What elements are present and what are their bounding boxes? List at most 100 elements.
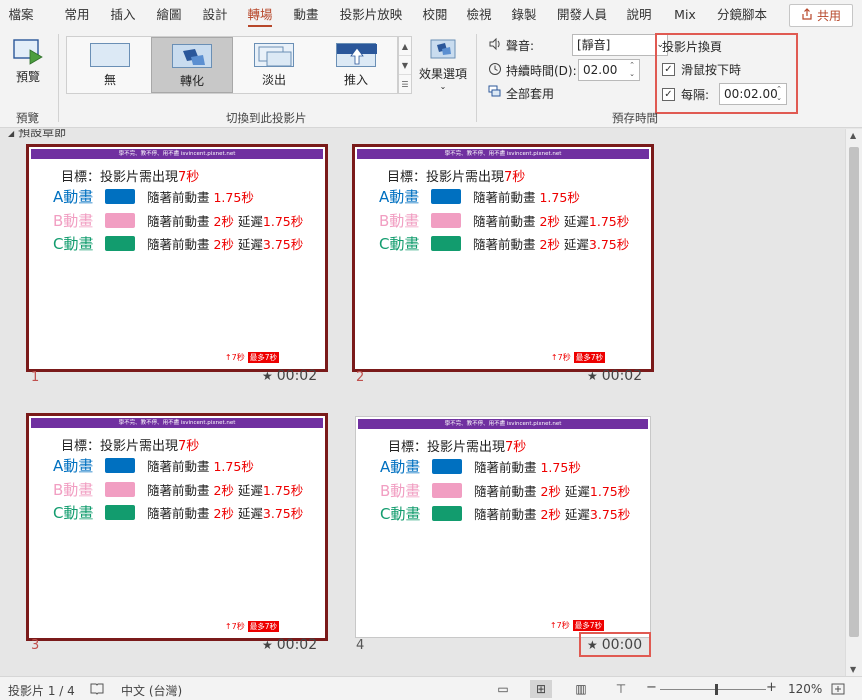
animation-row: B動畫 隨著前動畫 2秒 延遲1.75秒 (380, 480, 630, 501)
scroll-down-icon[interactable]: ▼ (850, 665, 856, 674)
zoom-out-button[interactable]: − (646, 680, 657, 695)
zoom-in-button[interactable]: + (766, 680, 777, 695)
animation-name: C動畫 (380, 505, 421, 523)
slide-counter: 投影片 1 / 4 (8, 684, 75, 698)
zoom-slider-track[interactable] (660, 689, 766, 690)
slideshow-view-button[interactable]: ⊤ (610, 680, 632, 698)
animation-row: C動畫 隨著前動畫 2秒 延遲3.75秒 (53, 233, 303, 254)
transition-morph-icon (172, 44, 212, 68)
tab-animations[interactable]: 動畫 (290, 0, 322, 30)
max-time-badge: 最多7秒 (247, 352, 279, 363)
animation-name: C動畫 (53, 504, 94, 522)
slide-thumbnail[interactable]: 學不完、教不停、用不盡 isvincent.pixnet.net 目標：投影片需… (26, 413, 328, 641)
scroll-up-icon[interactable]: ▲ (850, 131, 856, 140)
accessibility-icon[interactable] (90, 682, 104, 698)
animation-description: 隨著前動畫 2秒 延遲3.75秒 (147, 506, 304, 521)
duration-input[interactable]: 02.00 ⌃ ⌄ (578, 59, 640, 81)
slide-thumbnail[interactable]: 學不完、教不停、用不盡 isvincent.pixnet.net 目標：投影片需… (26, 144, 328, 372)
max-time-badge: 最多7秒 (247, 621, 279, 632)
tab-slideshow[interactable]: 投影片放映 (336, 0, 406, 30)
tab-developer[interactable]: 開發人員 (554, 0, 610, 30)
gallery-up-icon[interactable]: ▲ (399, 37, 411, 56)
animation-description: 隨著前動畫 2秒 延遲3.75秒 (147, 237, 304, 252)
tab-help[interactable]: 說明 (624, 0, 654, 30)
share-button[interactable]: 共用 (789, 4, 853, 27)
effect-options-icon (429, 39, 457, 65)
animation-name: A動畫 (53, 188, 94, 206)
transition-none[interactable]: 無 (69, 37, 151, 93)
transitions-group-label: 切換到此投影片 (226, 111, 307, 125)
animation-description: 隨著前動畫 1.75秒 (474, 460, 581, 475)
animation-name: A動畫 (53, 457, 94, 475)
section-title: 預設章節 (18, 129, 67, 139)
slide-timing: ★ 00:02 (587, 368, 642, 384)
transition-fade[interactable]: 淡出 (233, 37, 315, 93)
tab-design[interactable]: 設計 (200, 0, 230, 30)
tab-mix[interactable]: Mix (670, 0, 700, 30)
transition-push[interactable]: 推入 (315, 37, 397, 93)
slide-banner: 學不完、教不停、用不盡 isvincent.pixnet.net (31, 418, 323, 428)
slide-time-value: 00:02 (276, 637, 318, 653)
tab-view[interactable]: 檢視 (464, 0, 494, 30)
normal-view-button[interactable]: ▭ (492, 680, 514, 698)
section-header[interactable]: ◢ 預設章節 (8, 129, 66, 140)
animation-row: B動畫 隨著前動畫 2秒 延遲1.75秒 (53, 210, 303, 231)
on-click-checkbox-row[interactable]: ✓ 滑鼠按下時 (662, 61, 741, 78)
tab-insert[interactable]: 插入 (108, 0, 138, 30)
animation-color-bar (432, 506, 462, 521)
tab-transitions[interactable]: 轉場 (244, 0, 276, 30)
slide-thumbnail[interactable]: 學不完、教不停、用不盡 isvincent.pixnet.net 目標：投影片需… (355, 416, 651, 638)
collapse-triangle-icon[interactable]: ◢ (8, 129, 14, 138)
tab-file[interactable]: 檔案 (6, 0, 36, 30)
sorter-scrollbar[interactable]: ▲ ▼ (845, 129, 862, 676)
clock-icon (488, 62, 502, 79)
after-checkbox[interactable]: ✓ (662, 87, 675, 101)
gallery-down-icon[interactable]: ▼ (399, 56, 411, 75)
footer-arrow-label: ↑7秒 (549, 621, 570, 630)
animation-row: A動畫 隨著前動畫 1.75秒 (53, 455, 254, 476)
share-label: 共用 (816, 9, 841, 23)
transition-fade-icon (254, 43, 294, 67)
footer-arrow-label: ↑7秒 (224, 353, 245, 362)
preview-button[interactable]: 預覽 (6, 38, 50, 90)
slide-timing: ★ 00:02 (262, 637, 317, 653)
gallery-more-icon[interactable]: ☰ (399, 75, 411, 94)
scroll-thumb[interactable] (849, 147, 859, 637)
animation-color-bar (431, 189, 461, 204)
tab-record[interactable]: 錄製 (509, 0, 539, 30)
animation-row: C動畫 隨著前動畫 2秒 延遲3.75秒 (379, 233, 629, 254)
effect-options-button[interactable]: 效果選項 ⌄ (417, 38, 469, 98)
gallery-scrollbar[interactable]: ▲ ▼ ☰ (398, 36, 412, 94)
reading-view-button[interactable]: ▥ (570, 680, 592, 698)
sound-dropdown[interactable]: [靜音] ⌄ (572, 34, 668, 56)
animation-description: 隨著前動畫 1.75秒 (147, 190, 254, 205)
transition-morph[interactable]: 轉化 (151, 37, 233, 93)
slide-time-value: 00:02 (601, 368, 643, 384)
sound-row: 聲音: [靜音] ⌄ (488, 34, 668, 56)
animation-name: B動畫 (380, 482, 421, 500)
animation-row: B動畫 隨著前動畫 2秒 延遲1.75秒 (53, 479, 303, 500)
animation-description: 隨著前動畫 2秒 延遲1.75秒 (474, 484, 631, 499)
after-time-input[interactable]: 00:02.00 ⌃ ⌄ (719, 83, 788, 105)
slide-thumbnail[interactable]: 學不完、教不停、用不盡 isvincent.pixnet.net 目標：投影片需… (352, 144, 654, 372)
slide-sorter-view-button[interactable]: ⊞ (530, 680, 552, 698)
after-time-spinner[interactable]: ⌃ ⌄ (774, 85, 784, 103)
tab-draw[interactable]: 繪圖 (154, 0, 184, 30)
after-checkbox-row[interactable]: ✓ 每隔: 00:02.00 ⌃ ⌄ (662, 83, 788, 105)
zoom-level[interactable]: 120% (788, 682, 822, 696)
on-click-checkbox[interactable]: ✓ (662, 63, 675, 76)
animation-color-bar (105, 236, 135, 251)
apply-all-button[interactable]: 全部套用 (488, 82, 554, 104)
fit-slide-icon[interactable] (830, 682, 846, 699)
animation-row: B動畫 隨著前動畫 2秒 延遲1.75秒 (379, 210, 629, 231)
language-indicator[interactable]: 中文 (台灣) (121, 682, 182, 699)
zoom-slider-knob[interactable] (715, 684, 718, 695)
slide-footer: ↑7秒 最多7秒 (225, 621, 279, 632)
preview-group-label: 預覽 (16, 111, 39, 125)
tab-review[interactable]: 校閱 (420, 0, 450, 30)
duration-spinner[interactable]: ⌃ ⌄ (627, 61, 637, 79)
tab-home[interactable]: 常用 (62, 0, 92, 30)
effect-options-label: 效果選項 (418, 67, 467, 81)
timing-group-label: 預存時間 (612, 111, 658, 125)
tab-storyboard[interactable]: 分鏡腳本 (714, 0, 770, 30)
